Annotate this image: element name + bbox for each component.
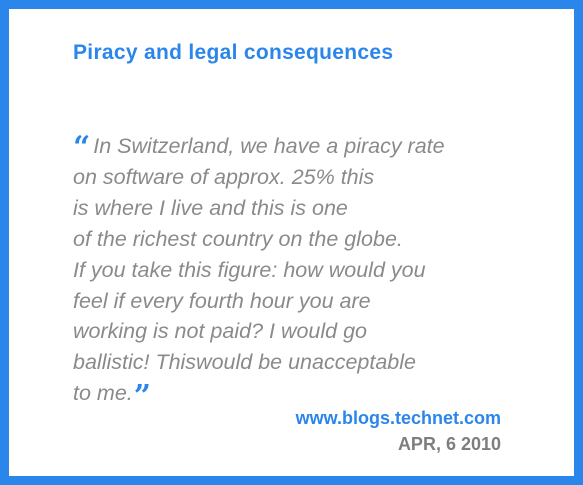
- quote-line: ballistic! Thiswould be unacceptable: [73, 350, 417, 375]
- close-quote-mark: ”: [133, 379, 152, 415]
- quote-line: on software of approx. 25% this: [73, 164, 375, 189]
- quote-line: working is not paid? I would go: [73, 319, 368, 344]
- quote-card: Piracy and legal consequences “In Switze…: [0, 0, 583, 485]
- card-title: Piracy and legal consequences: [73, 41, 394, 64]
- quote-line: If you take this figure: how would you: [73, 257, 426, 282]
- open-quote-mark: “: [73, 130, 91, 165]
- source-url: www.blogs.technet.com: [295, 408, 501, 428]
- publish-date: APR, 6 2010: [397, 434, 501, 454]
- quote-line: is where I live and this is one: [73, 195, 348, 220]
- quote-line: “In Switzerland, we have a piracy rate: [73, 130, 445, 165]
- quote-line: to me.”: [73, 379, 152, 415]
- quote-text: “In Switzerland, we have a piracy rate o…: [73, 130, 513, 415]
- quote-line: feel if every fourth hour you are: [73, 288, 371, 313]
- quote-line: of the richest country on the globe.: [73, 226, 403, 251]
